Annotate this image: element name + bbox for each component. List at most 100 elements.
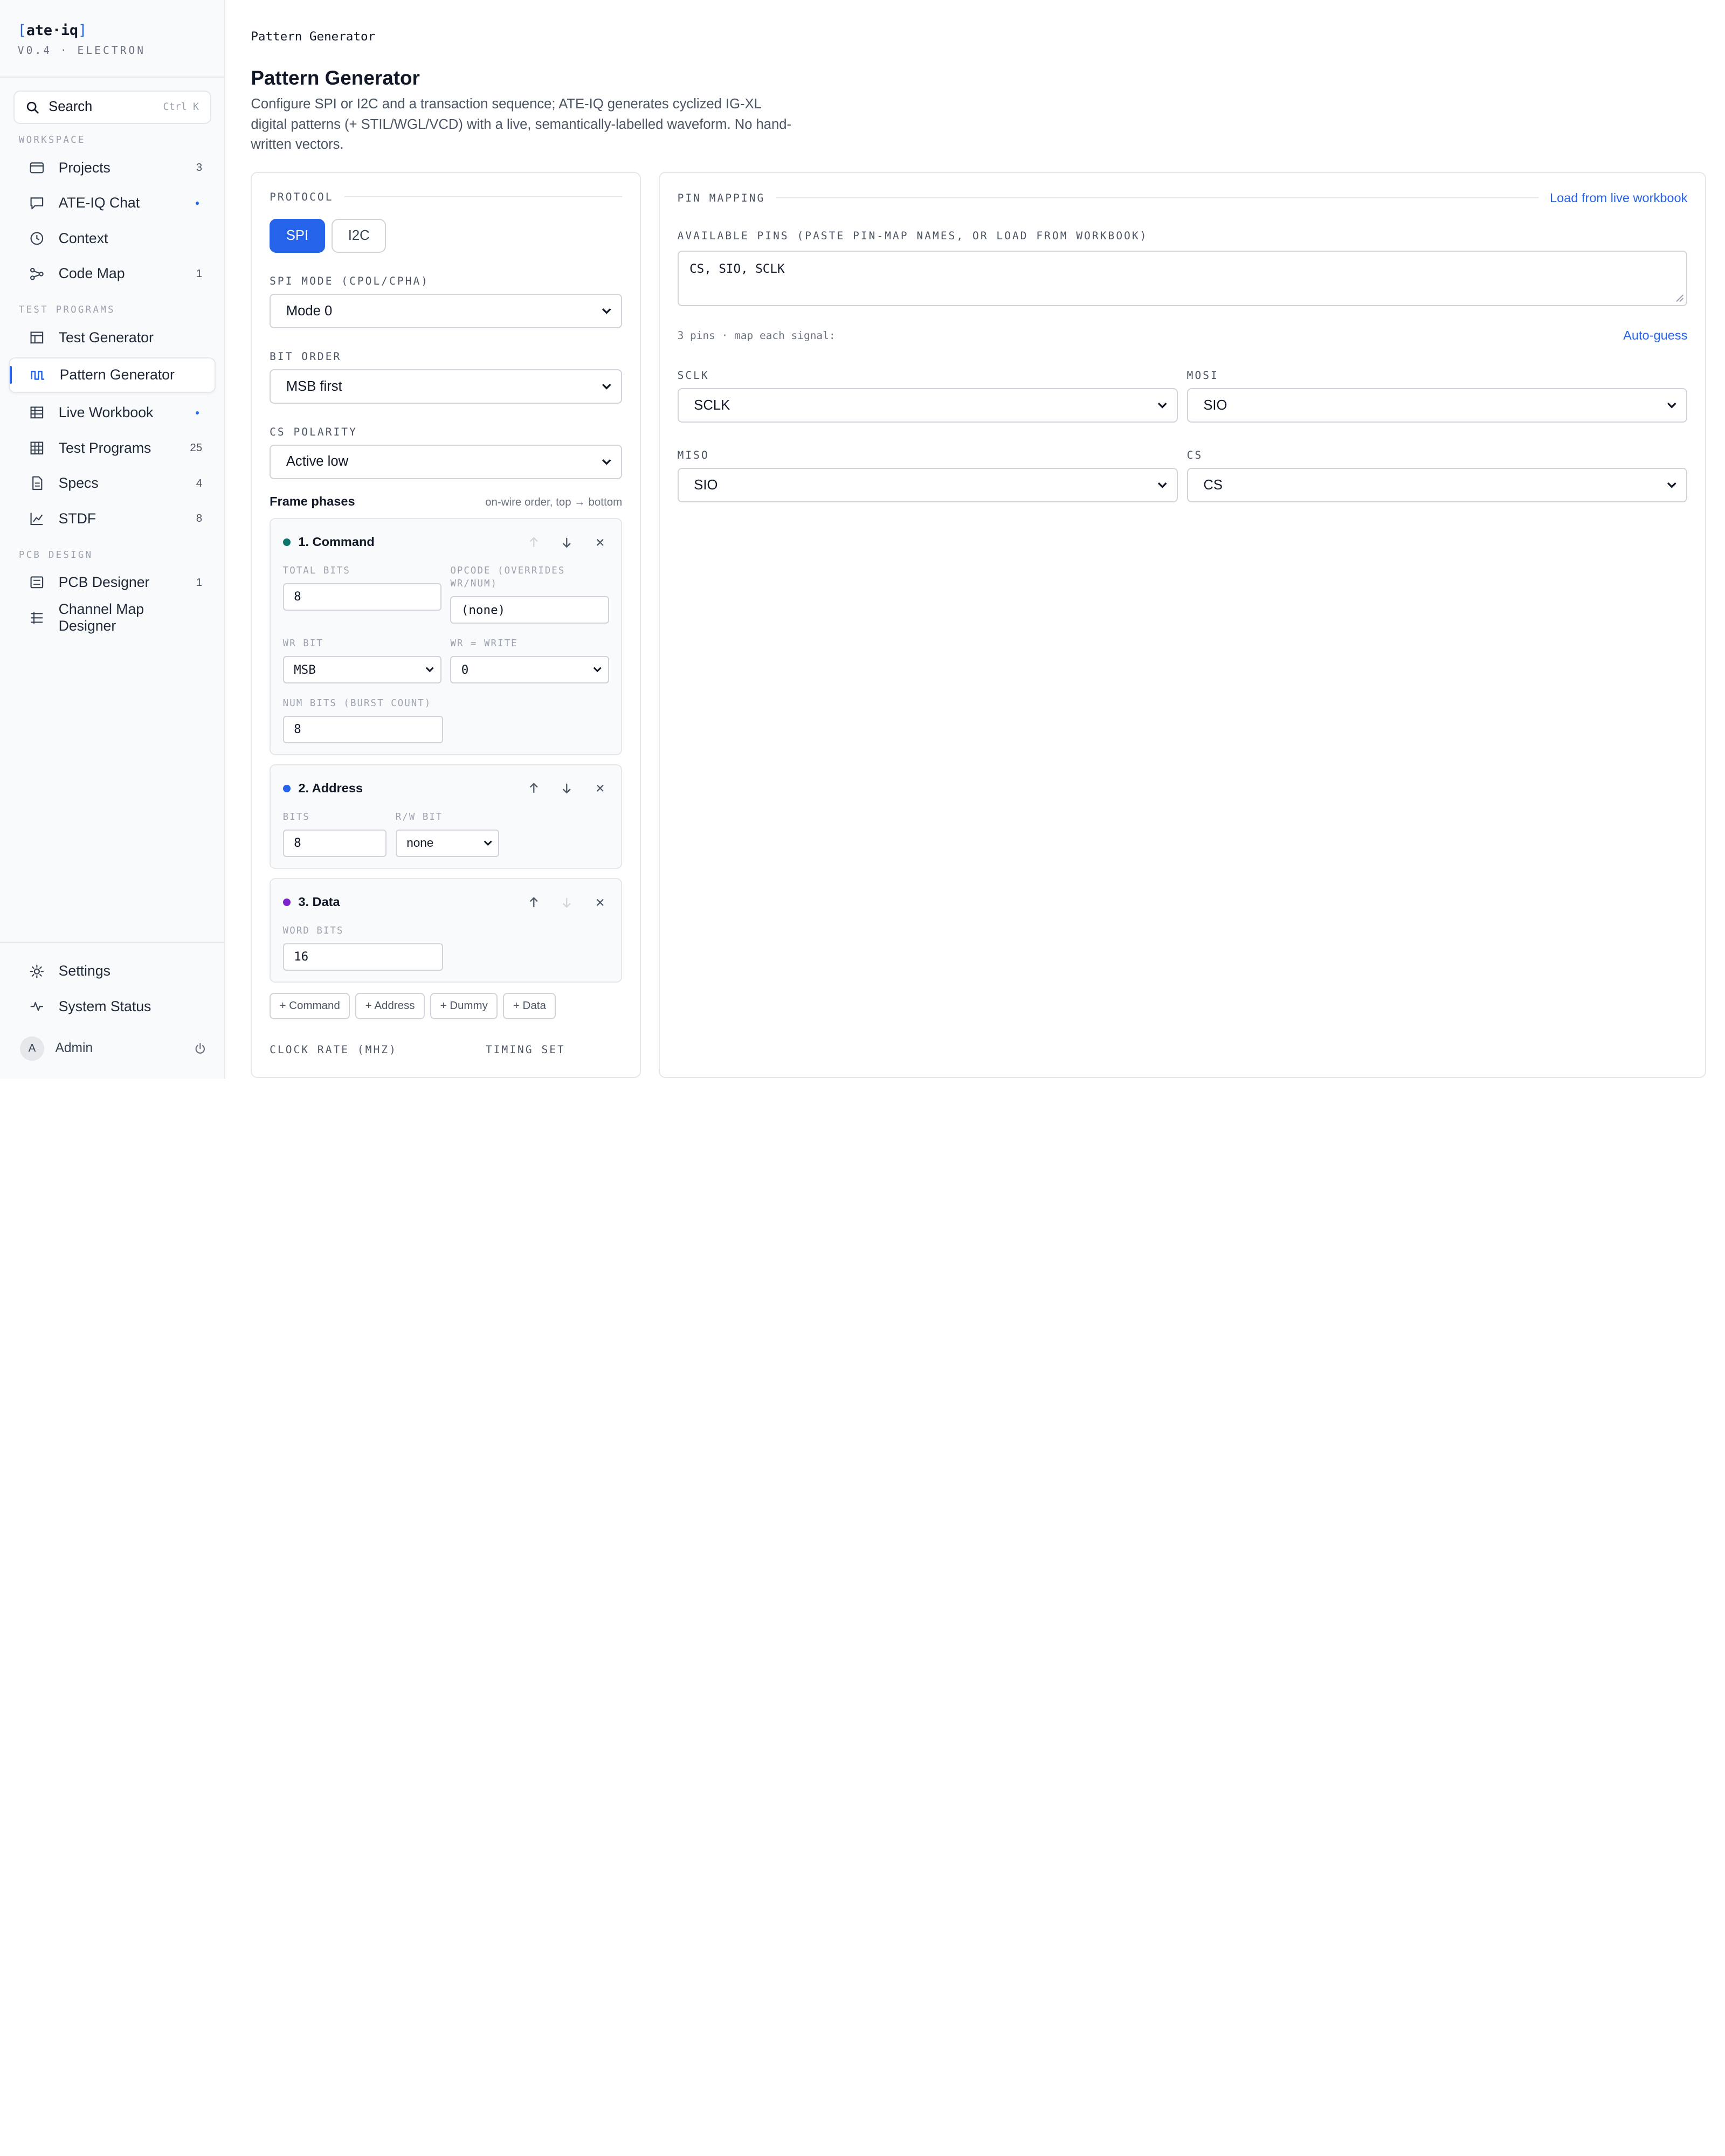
signal-value: SIO: [694, 477, 718, 493]
resize-grip-icon[interactable]: [1675, 294, 1684, 302]
spi-mode-label: SPI MODE (CPOL/CPHA): [270, 275, 430, 288]
phase-header: 3. Data: [282, 893, 609, 911]
sidebar-item-chat[interactable]: ATE-IQ Chat: [9, 185, 215, 221]
add-data-button[interactable]: + Data: [503, 992, 556, 1019]
gear-icon: [29, 963, 45, 980]
available-pins-label: AVAILABLE PINS (PASTE PIN-MAP NAMES, OR …: [677, 229, 1148, 242]
pin-count-row: 3 pins · map each signal: Auto-guess: [678, 328, 1688, 343]
status-dot: [195, 411, 199, 414]
bits-input[interactable]: 8: [282, 829, 387, 857]
field-opcode: OPCODE (OVERRIDES WR/NUM) (none): [450, 551, 609, 624]
pin-mapping-header: PIN MAPPING Load from live workbook: [678, 191, 1688, 205]
workbook-icon: [29, 404, 45, 421]
auto-guess-link[interactable]: Auto-guess: [1623, 328, 1687, 343]
field-wr-write: WR = WRITE 0: [450, 624, 609, 684]
miso-select[interactable]: SIO: [677, 468, 1178, 502]
phase-address: 2. Address BITS 8 R/W BIT none: [270, 764, 623, 869]
phase-data: 3. Data WORD BITS 16: [270, 877, 623, 983]
rw-bit-select[interactable]: none: [395, 829, 500, 857]
spi-mode-select[interactable]: Mode 0: [270, 294, 623, 328]
word-bits-input[interactable]: 16: [282, 943, 443, 971]
close-icon: [596, 899, 604, 906]
signal-label: MISO: [677, 449, 709, 462]
signal-value: CS: [1203, 477, 1223, 493]
sidebar-item-specs[interactable]: Specs 4: [9, 466, 215, 501]
wr-write-select[interactable]: 0: [450, 655, 609, 684]
search-shortcut: Ctrl K: [163, 101, 199, 113]
chevron-down-icon: [484, 840, 492, 846]
close-icon: [596, 785, 604, 792]
rw-bit-value: none: [406, 836, 434, 850]
remove-phase-button[interactable]: [591, 533, 609, 551]
sidebar-item-pattern-generator[interactable]: Pattern Generator: [9, 357, 216, 393]
sidebar-item-system-status[interactable]: System Status: [9, 989, 215, 1025]
arrow-down-icon: [563, 537, 571, 548]
section-label-test-programs: TEST PROGRAMS: [18, 305, 115, 316]
pin-mapping-panel: PIN MAPPING Load from live workbook AVAI…: [658, 172, 1707, 1079]
move-up-button[interactable]: [525, 893, 543, 911]
wr-bit-select[interactable]: MSB: [282, 655, 441, 684]
cs-select[interactable]: CS: [1186, 468, 1688, 502]
panels: PROTOCOL SPI I2C SPI MODE (CPOL/CPHA) Mo…: [251, 172, 1725, 1079]
phase-title: 1. Command: [298, 535, 375, 549]
sidebar-item-projects[interactable]: Projects 3: [9, 150, 215, 185]
user-row[interactable]: A Admin: [0, 1028, 224, 1068]
chat-icon: [29, 195, 45, 211]
available-pins-textarea[interactable]: CS, SIO, SCLK: [677, 251, 1688, 306]
chevron-down-icon: [1667, 402, 1677, 409]
power-icon[interactable]: [194, 1042, 207, 1055]
move-up-button[interactable]: [525, 779, 543, 797]
add-address-button[interactable]: + Address: [355, 992, 425, 1019]
phase-header: 1. Command: [282, 533, 609, 551]
field-bits: BITS 8: [282, 797, 387, 857]
sidebar-item-context[interactable]: Context: [9, 220, 215, 256]
num-bits-input[interactable]: 8: [282, 715, 443, 743]
sidebar-item-test-programs[interactable]: Test Programs 25: [9, 430, 215, 466]
sidebar-item-code-map[interactable]: Code Map 1: [9, 256, 215, 292]
move-up-button[interactable]: [525, 533, 543, 551]
search-label: Search: [49, 99, 93, 115]
sidebar-item-pcb-designer[interactable]: PCB Designer 1: [9, 565, 215, 600]
cs-polarity-value: Active low: [286, 454, 349, 469]
remove-phase-button[interactable]: [591, 779, 609, 797]
sidebar-item-live-workbook[interactable]: Live Workbook: [9, 395, 215, 431]
timing-labels: CLOCK RATE (MHZ) TIMING SET: [270, 1044, 622, 1056]
move-down-button[interactable]: [558, 779, 576, 797]
sidebar-item-settings[interactable]: Settings: [9, 953, 215, 989]
protocol-spi-button[interactable]: SPI: [270, 218, 325, 253]
sidebar-item-stdf[interactable]: STDF 8: [9, 501, 215, 537]
wr-write-label: WR = WRITE: [450, 638, 518, 649]
total-bits-label: TOTAL BITS: [282, 565, 350, 576]
phase-color-dot: [282, 538, 291, 546]
bit-order-select[interactable]: MSB first: [270, 369, 623, 404]
cs-polarity-select[interactable]: Active low: [270, 445, 623, 479]
divider: [776, 197, 1539, 199]
brand-version: V0.4 · ELECTRON: [17, 44, 146, 57]
available-pins-value: CS, SIO, SCLK: [689, 261, 785, 276]
phase-title: 2. Address: [298, 781, 363, 796]
sidebar-item-label: Context: [58, 230, 108, 246]
add-dummy-button[interactable]: + Dummy: [430, 992, 498, 1019]
document-icon: [29, 475, 45, 492]
opcode-input[interactable]: (none): [450, 596, 609, 624]
sidebar-item-label: Code Map: [58, 265, 125, 282]
search-input[interactable]: Search Ctrl K: [13, 91, 211, 124]
brand-logo[interactable]: [ate·iq]: [18, 22, 207, 39]
phase-fields-row: WR BIT MSB WR = WRITE 0: [282, 624, 609, 684]
move-down-button[interactable]: [558, 893, 576, 911]
protocol-i2c-button[interactable]: I2C: [332, 218, 387, 253]
phase-fields-row: BITS 8 R/W BIT none: [282, 797, 609, 857]
sidebar-item-channel-map-designer[interactable]: Channel Map Designer: [9, 600, 215, 636]
mosi-select[interactable]: SIO: [1186, 388, 1688, 423]
move-down-button[interactable]: [558, 533, 576, 551]
sidebar-item-test-generator[interactable]: Test Generator: [9, 320, 215, 355]
remove-phase-button[interactable]: [591, 893, 609, 911]
load-from-workbook-link[interactable]: Load from live workbook: [1550, 191, 1687, 205]
add-command-button[interactable]: + Command: [270, 992, 350, 1019]
total-bits-input[interactable]: 8: [282, 583, 441, 611]
signal-label: MOSI: [1186, 369, 1219, 382]
sclk-select[interactable]: SCLK: [677, 388, 1178, 423]
waveform-icon: [30, 367, 46, 384]
sidebar-item-count: 4: [196, 476, 203, 489]
protocol-toggle: SPI I2C: [270, 218, 622, 253]
